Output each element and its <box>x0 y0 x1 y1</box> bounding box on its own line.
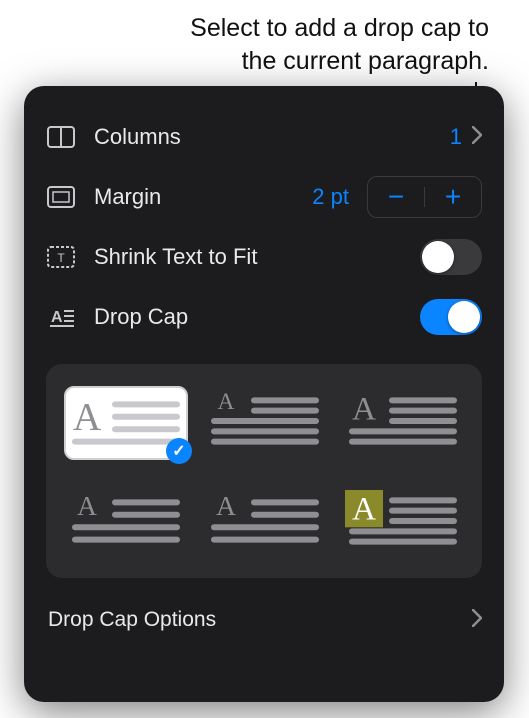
selected-check-icon: ✓ <box>166 438 192 464</box>
callout-text: Select to add a drop cap to the current … <box>149 12 489 77</box>
layout-panel: Columns 1 Margin 2 pt − + <box>24 86 504 702</box>
dropcap-style-2[interactable]: A <box>204 386 326 456</box>
chevron-right-icon <box>472 124 482 150</box>
dropcap-style-3[interactable]: A <box>342 386 464 456</box>
dropcap-style-4[interactable]: A <box>64 486 188 556</box>
svg-text:A: A <box>352 390 376 427</box>
svg-text:A: A <box>218 390 235 415</box>
drop-cap-styles-grid: A✓AAAAA <box>64 386 464 556</box>
dropcap-style-6[interactable]: A <box>342 486 464 556</box>
shrink-text-row: T Shrink Text to Fit <box>46 228 482 286</box>
margin-stepper: − + <box>367 176 482 218</box>
margin-row: Margin 2 pt − + <box>46 168 482 226</box>
svg-text:A: A <box>77 491 97 521</box>
drop-cap-options-label: Drop Cap Options <box>48 608 216 632</box>
drop-cap-toggle[interactable] <box>420 299 482 335</box>
margin-icon <box>46 182 76 212</box>
svg-text:A: A <box>73 396 101 439</box>
drop-cap-icon: A <box>46 302 76 332</box>
shrink-text-icon: T <box>46 242 76 272</box>
shrink-text-toggle[interactable] <box>420 239 482 275</box>
dropcap-style-5[interactable]: A <box>204 486 326 556</box>
chevron-right-icon <box>472 607 482 633</box>
margin-label: Margin <box>94 184 312 210</box>
svg-text:A: A <box>352 490 376 527</box>
margin-decrease-button[interactable]: − <box>368 177 424 217</box>
drop-cap-label: Drop Cap <box>94 304 420 330</box>
drop-cap-styles-box: A✓AAAAA <box>46 364 482 578</box>
dropcap-style-1[interactable]: A✓ <box>64 386 188 460</box>
columns-icon <box>46 122 76 152</box>
margin-value: 2 pt <box>312 184 349 210</box>
svg-text:A: A <box>216 491 236 521</box>
columns-label: Columns <box>94 124 450 150</box>
margin-increase-button[interactable]: + <box>425 177 481 217</box>
svg-text:A: A <box>51 309 63 326</box>
svg-text:T: T <box>57 251 65 265</box>
shrink-text-label: Shrink Text to Fit <box>94 244 420 270</box>
columns-value: 1 <box>450 124 462 150</box>
drop-cap-row: A Drop Cap <box>46 288 482 346</box>
drop-cap-options-row[interactable]: Drop Cap Options <box>46 592 482 648</box>
columns-row[interactable]: Columns 1 <box>46 108 482 166</box>
